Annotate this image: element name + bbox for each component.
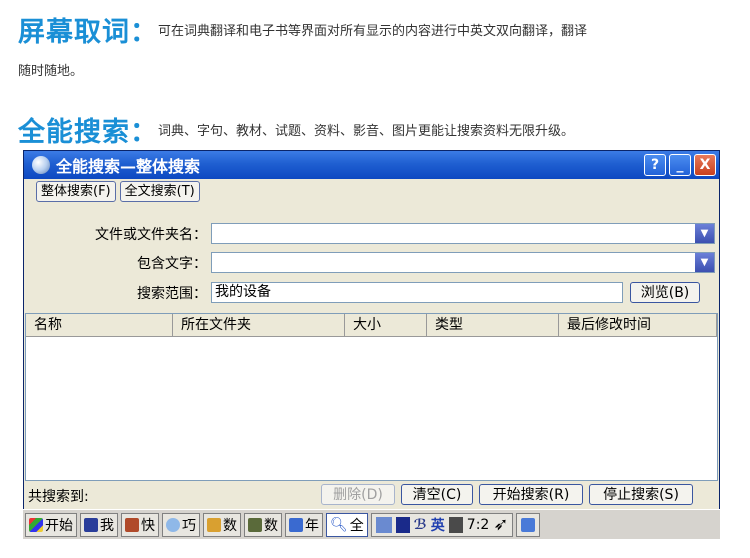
windows-flag-icon <box>29 517 43 532</box>
results-header: 名称 所在文件夹 大小 类型 最后修改时间 <box>26 314 717 337</box>
results-list[interactable]: 名称 所在文件夹 大小 类型 最后修改时间 <box>25 313 718 481</box>
input-method-english[interactable]: 英 <box>431 515 445 535</box>
dictionary-icon[interactable] <box>395 516 410 533</box>
taskbar-app-year[interactable]: 年 <box>285 512 323 537</box>
scope-field[interactable]: 我的设备 <box>211 282 623 303</box>
taskbar-app-label: 全 <box>349 517 364 534</box>
column-modified[interactable]: 最后修改时间 <box>559 314 717 336</box>
promo-line-1-continued: 随时随地。 <box>18 64 84 79</box>
pen-icon[interactable] <box>375 516 392 533</box>
promo-heading-screen-capture: 屏幕取词： <box>18 17 158 48</box>
filename-label: 文件或文件夹名： <box>95 227 207 243</box>
filename-row: 文件或文件夹名： <box>24 223 207 245</box>
taskbar-app-math[interactable]: 数 <box>203 512 241 537</box>
contains-label: 包含文字： <box>137 256 207 272</box>
magnifier-icon: 🔍︎ <box>330 516 348 533</box>
filename-dropdown-icon[interactable]: ▼ <box>695 224 714 243</box>
promo-desc-universal-search: 词典、字句、教材、试题、资料、影音、图片更能让搜索资料无限升级。 <box>158 124 575 139</box>
taskbar-app-label: 年 <box>305 517 319 534</box>
scope-label: 搜索范围： <box>137 286 207 302</box>
app-globe-icon <box>32 156 50 174</box>
filename-combobox[interactable]: ▼ <box>211 223 715 244</box>
taskbar-app-fast[interactable]: 快 <box>121 512 159 537</box>
stop-search-button[interactable]: 停止搜索(S) <box>589 484 693 505</box>
window-title: 全能搜索—整体搜索 <box>56 157 201 176</box>
tab-fulltext-search[interactable]: 全文搜索(T) <box>119 180 200 202</box>
taskbar-app-search-active[interactable]: 🔍︎ 全 <box>326 512 368 537</box>
chart-icon <box>248 517 262 532</box>
taskbar-app-label: 快 <box>141 517 155 534</box>
browse-button[interactable]: 浏览(B) <box>630 282 700 303</box>
column-folder[interactable]: 所在文件夹 <box>173 314 345 336</box>
promo-line-1: 屏幕取词：可在词典翻译和电子书等界面对所有显示的内容进行中英文双向翻译，翻译 <box>18 10 587 49</box>
close-button[interactable]: X <box>694 154 716 176</box>
taskbar-app-skill[interactable]: 巧 <box>162 512 200 537</box>
battery-icon[interactable] <box>448 516 463 533</box>
search-window: 全能搜索—整体搜索 ? _ X 整体搜索(F) 全文搜索(T) 文件或文件夹名：… <box>23 150 720 533</box>
contains-text-combobox[interactable]: ▼ <box>211 252 715 273</box>
books-icon <box>125 517 139 532</box>
taskbar-app-label: 数 <box>223 517 237 534</box>
cursor-arrow-icon: ➶ <box>493 514 509 535</box>
results-footer: 共搜索到: 删除(D) 清空(C) 开始搜索(R) 停止搜索(S) <box>24 484 719 508</box>
desktop-icon <box>521 517 536 532</box>
taskbar-app-me[interactable]: 我 <box>80 512 118 537</box>
promo-heading-universal-search: 全能搜索： <box>18 117 158 148</box>
promo-desc-screen-capture: 可在词典翻译和电子书等界面对所有显示的内容进行中英文双向翻译，翻译 <box>158 24 588 39</box>
clear-button[interactable]: 清空(C) <box>401 484 473 505</box>
found-count-label: 共搜索到: <box>28 489 89 505</box>
pencil-check-icon <box>207 517 221 532</box>
scope-row: 搜索范围： <box>24 282 207 304</box>
column-name[interactable]: 名称 <box>26 314 173 336</box>
column-size[interactable]: 大小 <box>345 314 427 336</box>
contains-dropdown-icon[interactable]: ▼ <box>695 253 714 272</box>
calendar-icon <box>289 517 303 532</box>
title-bar[interactable]: 全能搜索—整体搜索 ? _ X <box>24 151 719 179</box>
promo-line-2: 全能搜索：词典、字句、教材、试题、资料、影音、图片更能让搜索资料无限升级。 <box>18 110 574 149</box>
taskbar-app-label: 数 <box>264 517 278 534</box>
minimize-button[interactable]: _ <box>669 154 691 176</box>
search-mode-tabs: 整体搜索(F) 全文搜索(T) <box>24 179 719 203</box>
start-button[interactable]: 开始 <box>25 512 77 537</box>
contains-row: 包含文字： <box>24 252 207 274</box>
desktop-toggle-button[interactable] <box>516 512 541 537</box>
taskbar-app-data[interactable]: 数 <box>244 512 282 537</box>
taskbar-app-label: 巧 <box>182 517 196 534</box>
system-tray: ℬ 英 7:2 ➶ <box>370 512 514 537</box>
clock: 7:2 <box>466 516 490 533</box>
taskbar: 开始 我 快 巧 数 数 年 🔍︎ 全 ℬ 英 7:2 ➶ <box>23 509 720 539</box>
chat-bubble-icon <box>166 517 180 532</box>
delete-button[interactable]: 删除(D) <box>321 484 395 505</box>
start-search-button[interactable]: 开始搜索(R) <box>479 484 583 505</box>
column-type[interactable]: 类型 <box>427 314 559 336</box>
start-label: 开始 <box>45 517 73 534</box>
book-icon <box>84 517 98 532</box>
taskbar-app-label: 我 <box>100 517 114 534</box>
handwriting-icon[interactable]: ℬ <box>414 517 427 533</box>
help-button[interactable]: ? <box>644 154 666 176</box>
tab-whole-search[interactable]: 整体搜索(F) <box>36 180 116 202</box>
